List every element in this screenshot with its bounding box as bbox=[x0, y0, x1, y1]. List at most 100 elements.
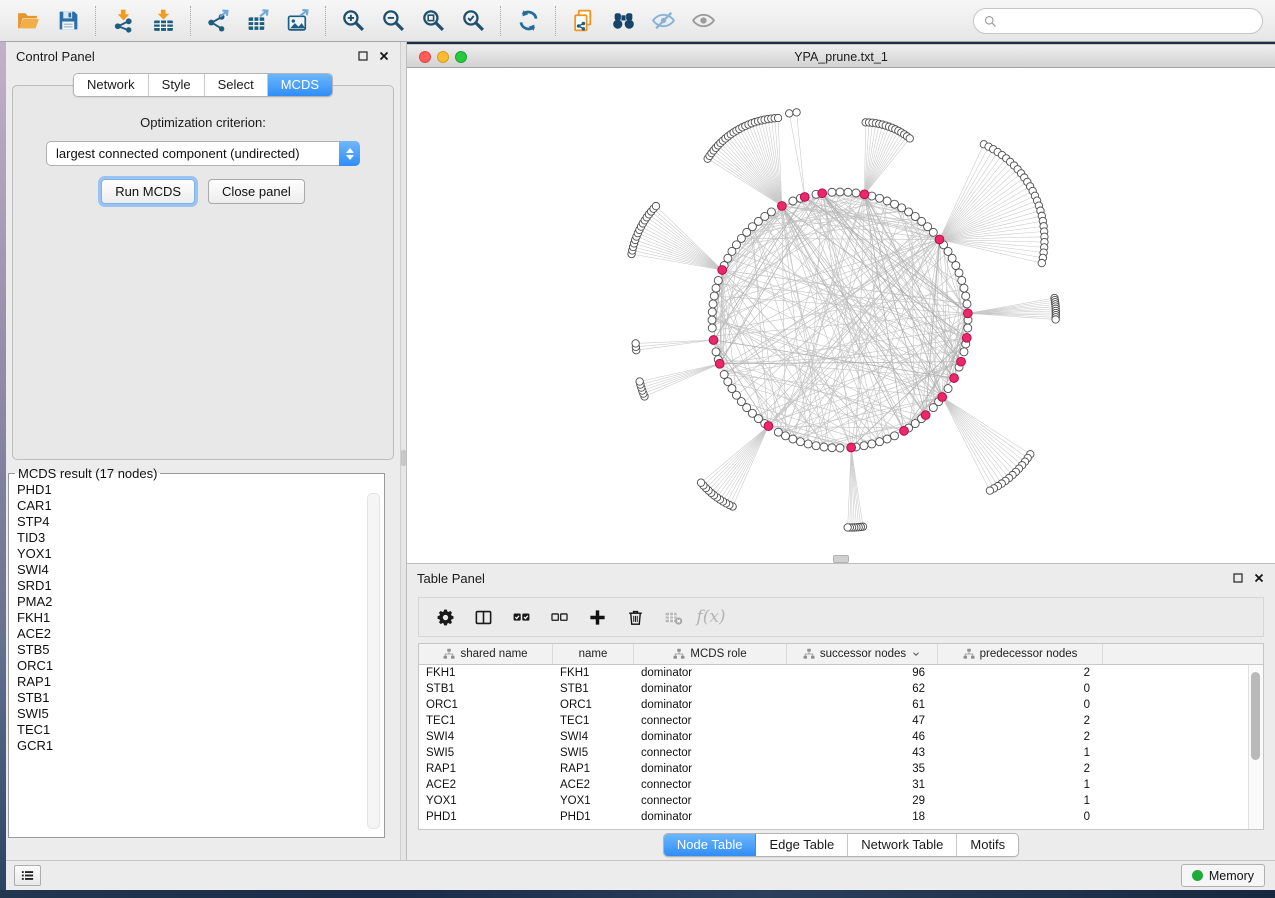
tab-network-table[interactable]: Network Table bbox=[848, 834, 957, 856]
cell-successor-nodes: 29 bbox=[787, 793, 938, 809]
zoom-in-button[interactable] bbox=[338, 6, 368, 36]
tab-edge-table[interactable]: Edge Table bbox=[756, 834, 848, 856]
import-table-button[interactable] bbox=[148, 6, 178, 36]
table-row[interactable]: TEC1TEC1connector472 bbox=[419, 713, 1263, 729]
close-panel-button[interactable]: Close panel bbox=[208, 179, 305, 204]
duplicate-network-button[interactable] bbox=[568, 6, 598, 36]
tab-motifs[interactable]: Motifs bbox=[957, 834, 1018, 856]
mcds-result-item[interactable]: PHD1 bbox=[17, 482, 384, 498]
tab-node-table[interactable]: Node Table bbox=[664, 834, 757, 856]
zoom-window-light[interactable] bbox=[455, 51, 467, 63]
optimization-criterion-dropdown[interactable]: largest connected component (undirected) bbox=[46, 141, 360, 166]
table-row[interactable]: ACE2ACE2connector311 bbox=[419, 777, 1263, 793]
mcds-result-item[interactable]: SWI5 bbox=[17, 706, 384, 722]
cell-predecessor-nodes: 2 bbox=[938, 729, 1103, 745]
save-session-button[interactable] bbox=[53, 6, 83, 36]
import-network-button[interactable] bbox=[108, 6, 138, 36]
run-mcds-button[interactable]: Run MCDS bbox=[101, 179, 195, 204]
dropdown-stepper[interactable] bbox=[339, 141, 360, 166]
select-all-rows-button[interactable] bbox=[507, 603, 535, 631]
column-header-name[interactable]: name bbox=[553, 644, 634, 664]
zoom-fit-button[interactable] bbox=[418, 6, 448, 36]
export-image-button[interactable] bbox=[283, 6, 313, 36]
table-row[interactable]: SWI5SWI5connector431 bbox=[419, 745, 1263, 761]
float-panel-button[interactable] bbox=[357, 50, 369, 62]
table-row[interactable]: FKH1FKH1dominator962 bbox=[419, 665, 1263, 681]
column-header-mcds-role[interactable]: MCDS role bbox=[634, 644, 787, 664]
network-canvas[interactable] bbox=[407, 68, 1275, 563]
tab-mcds[interactable]: MCDS bbox=[268, 74, 332, 96]
toolbar-separator bbox=[325, 6, 326, 36]
scrollbar-thumb[interactable] bbox=[1251, 672, 1260, 760]
mcds-result-item[interactable]: CAR1 bbox=[17, 498, 384, 514]
vertical-splitter[interactable] bbox=[400, 42, 407, 860]
cell-mcds-role: dominator bbox=[634, 697, 787, 713]
tab-network[interactable]: Network bbox=[74, 74, 149, 96]
export-network-button[interactable] bbox=[203, 6, 233, 36]
close-window-light[interactable] bbox=[419, 51, 431, 63]
table-row[interactable]: YOX1YOX1connector291 bbox=[419, 793, 1263, 809]
mcds-result-item[interactable]: RAP1 bbox=[17, 674, 384, 690]
show-all-button[interactable] bbox=[688, 6, 718, 36]
mcds-result-item[interactable]: STB1 bbox=[17, 690, 384, 706]
table-row[interactable]: RAP1RAP1dominator352 bbox=[419, 761, 1263, 777]
sitemap-icon bbox=[963, 648, 975, 660]
mcds-result-item[interactable]: TID3 bbox=[17, 530, 384, 546]
table-row[interactable]: PHD1PHD1dominator180 bbox=[419, 809, 1263, 825]
refresh-button[interactable] bbox=[513, 6, 543, 36]
cell-successor-nodes: 31 bbox=[787, 777, 938, 793]
horizontal-splitter-grip[interactable] bbox=[833, 555, 849, 563]
mcds-result-item[interactable]: SRD1 bbox=[17, 578, 384, 594]
add-column-button[interactable] bbox=[583, 603, 611, 631]
mcds-result-item[interactable]: SWI4 bbox=[17, 562, 384, 578]
ring-nodes[interactable] bbox=[708, 188, 972, 452]
close-icon bbox=[378, 50, 390, 62]
zoom-out-button[interactable] bbox=[378, 6, 408, 36]
column-header-predecessor-nodes[interactable]: predecessor nodes bbox=[938, 644, 1103, 664]
close-panel-button[interactable] bbox=[378, 50, 390, 62]
mcds-result-item[interactable]: FKH1 bbox=[17, 610, 384, 626]
network-window-titlebar[interactable]: YPA_prune.txt_1 bbox=[407, 44, 1275, 68]
hide-selected-button[interactable] bbox=[648, 6, 678, 36]
mcds-result-item[interactable]: ACE2 bbox=[17, 626, 384, 642]
column-label: successor nodes bbox=[820, 648, 906, 660]
tab-select[interactable]: Select bbox=[205, 74, 268, 96]
chevron-down-icon bbox=[911, 649, 921, 659]
minimize-window-light[interactable] bbox=[437, 51, 449, 63]
mcds-result-item[interactable]: ORC1 bbox=[17, 658, 384, 674]
delete-column-button[interactable] bbox=[621, 603, 649, 631]
application-window: Control Panel NetworkStyleSelectMCDS Opt… bbox=[0, 0, 1275, 898]
open-file-button[interactable] bbox=[13, 6, 43, 36]
select-all-icon bbox=[512, 608, 531, 627]
panel-menu-button[interactable] bbox=[14, 865, 41, 886]
mcds-result-item[interactable]: GCR1 bbox=[17, 738, 384, 754]
import-network-icon bbox=[111, 8, 136, 33]
column-header-successor-nodes[interactable]: successor nodes bbox=[787, 644, 938, 664]
mcds-result-item[interactable]: TEC1 bbox=[17, 722, 384, 738]
deselect-all-rows-button[interactable] bbox=[545, 603, 573, 631]
tab-style[interactable]: Style bbox=[149, 74, 205, 96]
zoom-selected-button[interactable] bbox=[458, 6, 488, 36]
mcds-result-item[interactable]: STB5 bbox=[17, 642, 384, 658]
search-input[interactable] bbox=[1004, 13, 1253, 30]
table-row[interactable]: SWI4SWI4dominator462 bbox=[419, 729, 1263, 745]
mcds-result-list[interactable]: PHD1CAR1STP4TID3YOX1SWI4SRD1PMA2FKH1ACE2… bbox=[9, 481, 384, 812]
mcds-result-item[interactable]: STP4 bbox=[17, 514, 384, 530]
close-panel-button[interactable] bbox=[1253, 572, 1265, 584]
column-visibility-button[interactable] bbox=[469, 603, 497, 631]
mcds-result-item[interactable]: PMA2 bbox=[17, 594, 384, 610]
table-row[interactable]: STB1STB1dominator620 bbox=[419, 681, 1263, 697]
first-neighbors-button[interactable] bbox=[608, 6, 638, 36]
column-header-shared-name[interactable]: shared name bbox=[419, 644, 553, 664]
table-row[interactable]: ORC1ORC1dominator610 bbox=[419, 697, 1263, 713]
memory-button[interactable]: Memory bbox=[1181, 864, 1265, 887]
float-panel-button[interactable] bbox=[1232, 572, 1244, 584]
mcds-list-scrollbar[interactable] bbox=[367, 493, 380, 829]
table-settings-button[interactable] bbox=[431, 603, 459, 631]
cell-name: ORC1 bbox=[553, 697, 634, 713]
mcds-result-item[interactable]: YOX1 bbox=[17, 546, 384, 562]
splitter-grip[interactable] bbox=[401, 450, 406, 466]
search-box[interactable] bbox=[973, 8, 1263, 34]
table-scrollbar[interactable] bbox=[1248, 665, 1263, 829]
export-table-button[interactable] bbox=[243, 6, 273, 36]
